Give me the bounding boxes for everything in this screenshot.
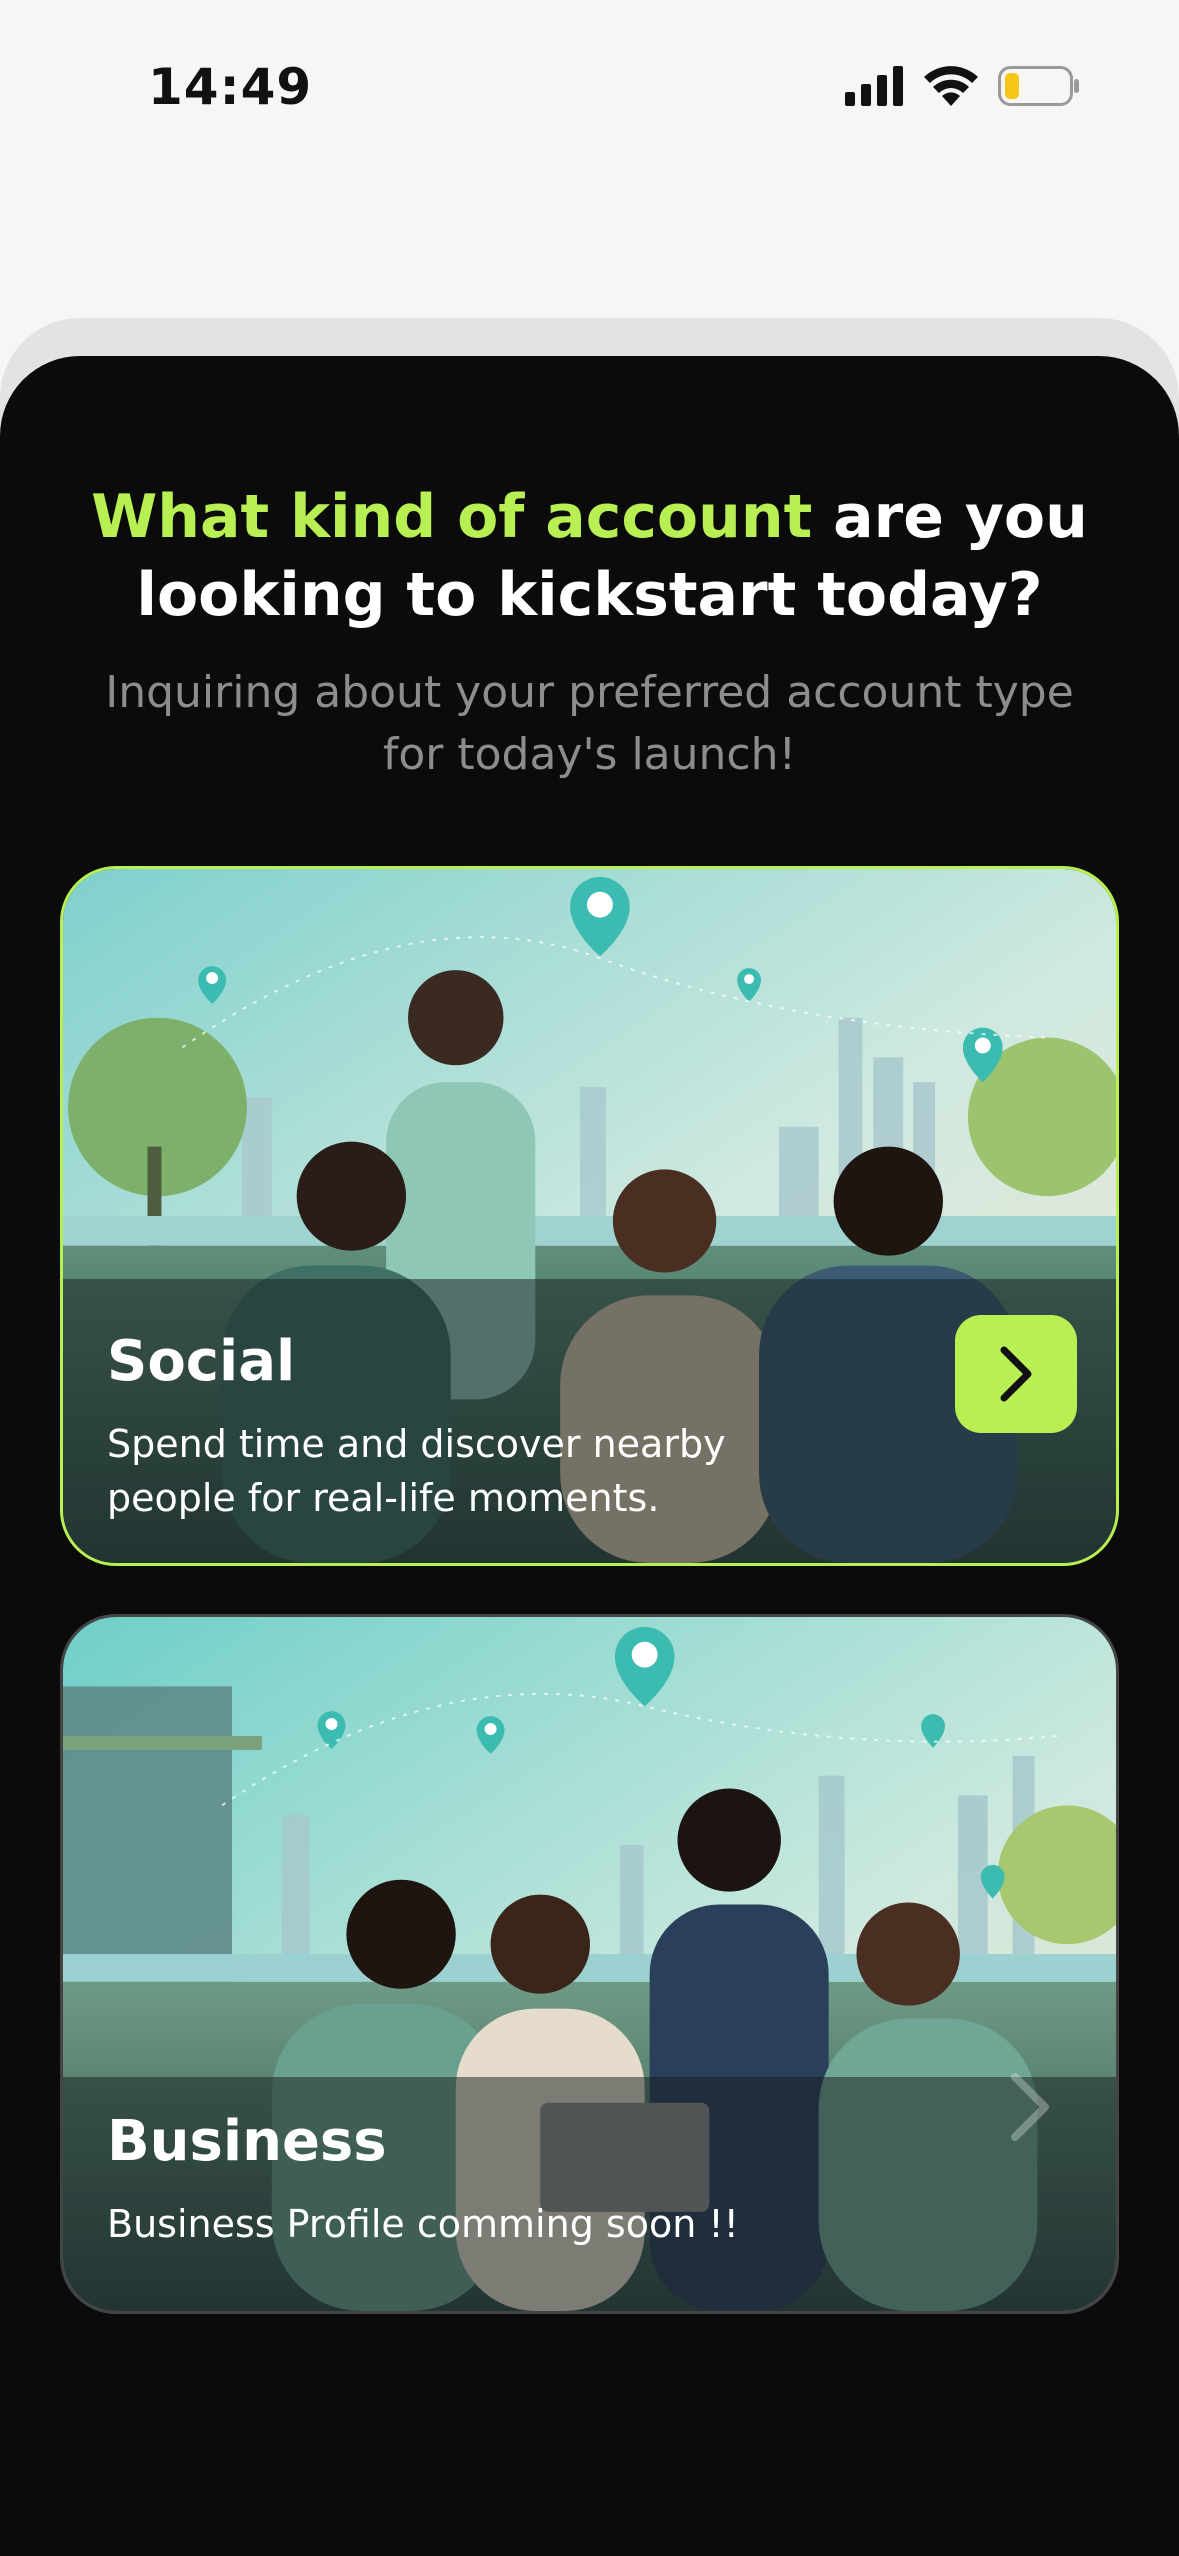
card-description: Business Profile comming soon !! (107, 2202, 739, 2246)
account-type-screen: 14:49 What kind of account are you looki… (0, 0, 1179, 2556)
battery-icon (998, 66, 1079, 106)
wifi-icon (924, 66, 978, 106)
page-subtitle: Inquiring about your preferred account t… (105, 667, 1074, 780)
card-title: Business (107, 2109, 387, 2174)
business-account-card[interactable]: Business Business Profile comming soon !… (60, 1614, 1119, 2314)
status-bar: 14:49 (0, 0, 1179, 175)
signal-icon (845, 66, 903, 106)
chevron-right-icon (1011, 2073, 1049, 2141)
status-time: 14:49 (148, 58, 313, 116)
social-account-card[interactable]: Social Spend time and discover nearby pe… (60, 866, 1119, 1566)
continue-social-button[interactable] (955, 1315, 1077, 1433)
card-title: Social (107, 1329, 296, 1394)
card-description: Spend time and discover nearby people fo… (107, 1422, 726, 1520)
page-title: What kind of account are you looking to … (40, 478, 1139, 634)
chevron-right-icon (1000, 1346, 1032, 1402)
title-accent: What kind of account (91, 482, 813, 552)
